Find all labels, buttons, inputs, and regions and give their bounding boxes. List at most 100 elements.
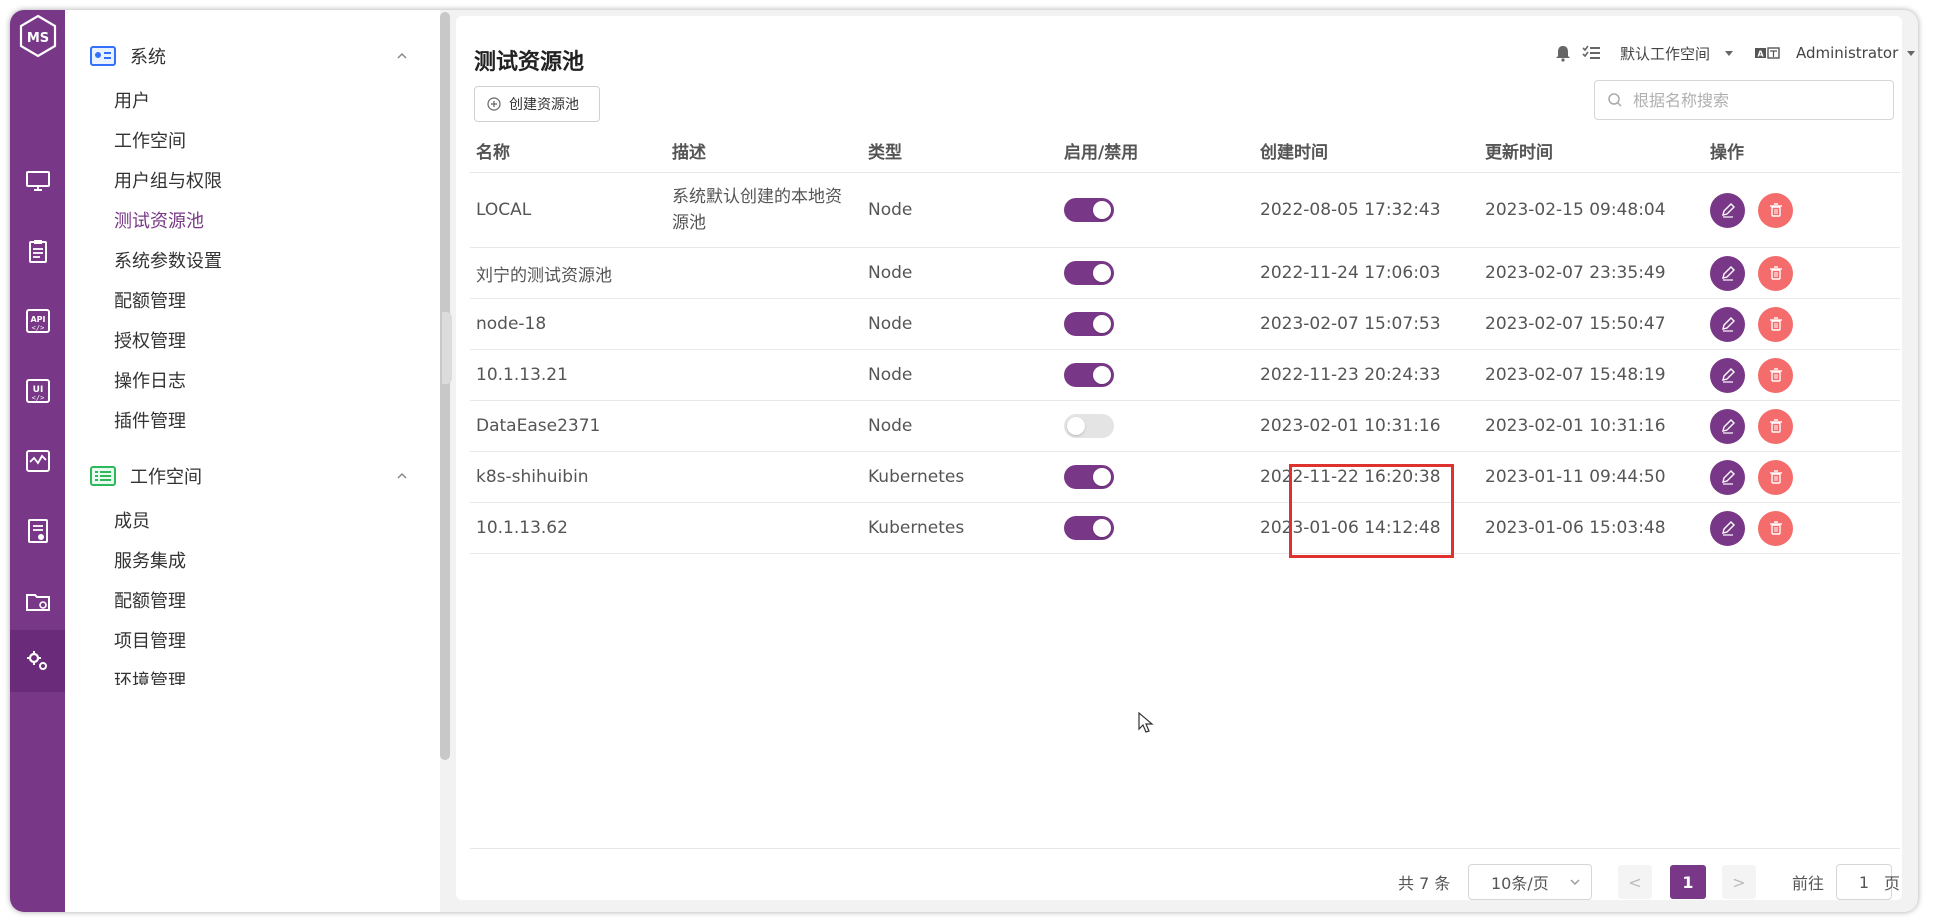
delete-button[interactable] bbox=[1758, 408, 1793, 444]
menu-item-users[interactable]: 用户 bbox=[114, 87, 150, 117]
search-box[interactable] bbox=[1594, 80, 1894, 120]
menu-item-license[interactable]: 授权管理 bbox=[114, 327, 186, 357]
column-header-type[interactable]: 类型 bbox=[862, 128, 1058, 173]
svg-text:MS: MS bbox=[27, 31, 49, 46]
edit-button[interactable] bbox=[1710, 510, 1745, 546]
menu-item-workspace[interactable]: 工作空间 bbox=[114, 127, 186, 157]
rail-item-track[interactable] bbox=[10, 220, 65, 282]
menu-item-system-params[interactable]: 系统参数设置 bbox=[114, 247, 222, 277]
menu-item-operation-log[interactable]: 操作日志 bbox=[114, 367, 186, 397]
enable-toggle[interactable] bbox=[1064, 261, 1114, 285]
api-icon: API</> bbox=[25, 309, 50, 333]
clipboard-icon bbox=[28, 240, 47, 263]
user-name: Administrator bbox=[1796, 44, 1899, 62]
top-toolbar: 默认工作空间 A Administrator bbox=[456, 38, 1916, 68]
menu-item-quota[interactable]: 配额管理 bbox=[114, 287, 186, 317]
cell-updated: 2023-02-07 15:50:47 bbox=[1479, 298, 1704, 350]
workspace-select[interactable]: 默认工作空间 bbox=[1620, 38, 1734, 68]
toggle-knob bbox=[1093, 315, 1111, 333]
create-resource-pool-button[interactable]: 创建资源池 bbox=[474, 86, 600, 122]
icon-rail: MS API </> UI </> bbox=[10, 10, 65, 912]
delete-button[interactable] bbox=[1758, 306, 1793, 342]
page-suffix: 页 bbox=[1883, 874, 1900, 893]
column-header-created[interactable]: 创建时间 bbox=[1254, 128, 1479, 173]
delete-button[interactable] bbox=[1758, 459, 1793, 495]
page-size-select[interactable]: 10条/页 bbox=[1468, 864, 1592, 900]
description-text: 系统默认创建的本地资源池 bbox=[672, 187, 842, 233]
enable-toggle[interactable] bbox=[1064, 363, 1114, 387]
menu-item-environments[interactable]: 环境管理 bbox=[114, 667, 186, 685]
menu-scrollbar[interactable] bbox=[440, 12, 450, 760]
edit-pencil-icon bbox=[1721, 470, 1735, 485]
language-switch-icon[interactable]: A bbox=[1754, 38, 1780, 68]
rail-item-settings[interactable] bbox=[10, 630, 65, 692]
menu-group-workspace[interactable]: 工作空间 bbox=[65, 452, 425, 500]
edit-button[interactable] bbox=[1710, 408, 1745, 444]
enable-toggle[interactable] bbox=[1064, 414, 1114, 438]
menu-group-label: 工作空间 bbox=[130, 467, 202, 488]
enable-toggle[interactable] bbox=[1064, 312, 1114, 336]
rail-item-api[interactable]: API </> bbox=[10, 290, 65, 352]
menu-item-integration[interactable]: 服务集成 bbox=[114, 547, 186, 577]
menu-item-projects[interactable]: 项目管理 bbox=[114, 627, 186, 657]
svg-text:API: API bbox=[30, 315, 45, 324]
edit-pencil-icon bbox=[1721, 266, 1735, 281]
menu-group-system[interactable]: 系统 bbox=[65, 32, 425, 80]
menu-item-plugins[interactable]: 插件管理 bbox=[114, 407, 186, 437]
rail-item-performance[interactable] bbox=[10, 430, 65, 492]
edit-button[interactable] bbox=[1710, 357, 1745, 393]
resource-pool-table: 名称 描述 类型 启用/禁用 创建时间 更新时间 操作 LOCAL 系统默认创建… bbox=[470, 128, 1900, 554]
mouse-cursor-icon bbox=[1138, 712, 1154, 733]
monitor-icon bbox=[25, 171, 50, 191]
column-header-description[interactable]: 描述 bbox=[666, 128, 862, 173]
page-number-current[interactable]: 1 bbox=[1670, 865, 1706, 899]
table-row: DataEase2371 Node 2023-02-01 10:31:16 20… bbox=[470, 400, 1900, 452]
edit-button[interactable] bbox=[1710, 306, 1745, 342]
rail-item-ui[interactable]: UI </> bbox=[10, 360, 65, 422]
menu-item-members[interactable]: 成员 bbox=[114, 507, 150, 537]
task-list-icon[interactable] bbox=[1582, 38, 1602, 68]
enable-toggle[interactable] bbox=[1064, 516, 1114, 540]
enable-toggle[interactable] bbox=[1064, 198, 1114, 222]
menu-item-user-groups[interactable]: 用户组与权限 bbox=[114, 167, 222, 197]
bell-icon[interactable] bbox=[1554, 38, 1572, 68]
next-page-button[interactable]: > bbox=[1722, 865, 1756, 899]
table-row: node-18 Node 2023-02-07 15:07:53 2023-02… bbox=[470, 298, 1900, 350]
menu-item-resource-pool[interactable]: 测试资源池 bbox=[114, 207, 204, 237]
cell-type: Node bbox=[862, 247, 1058, 299]
rail-item-report[interactable] bbox=[10, 500, 65, 562]
pagination-total: 共 7 条 bbox=[1398, 874, 1451, 893]
menu-item-ws-quota[interactable]: 配额管理 bbox=[114, 587, 186, 617]
trash-icon bbox=[1769, 368, 1782, 382]
delete-button[interactable] bbox=[1758, 192, 1793, 228]
prev-page-button[interactable]: < bbox=[1618, 865, 1652, 899]
edit-button[interactable] bbox=[1710, 192, 1745, 228]
cell-enabled bbox=[1058, 349, 1254, 401]
metersphere-logo-icon[interactable]: MS bbox=[18, 14, 58, 58]
sidebar-collapse-handle[interactable] bbox=[442, 312, 452, 384]
cell-updated: 2023-02-07 15:48:19 bbox=[1479, 349, 1704, 401]
delete-button[interactable] bbox=[1758, 510, 1793, 546]
enable-toggle[interactable] bbox=[1064, 465, 1114, 489]
delete-button[interactable] bbox=[1758, 357, 1793, 393]
edit-pencil-icon bbox=[1721, 419, 1735, 434]
trash-icon bbox=[1769, 203, 1782, 217]
cell-actions bbox=[1704, 349, 1900, 401]
rail-item-workbench[interactable] bbox=[10, 150, 65, 212]
column-header-name[interactable]: 名称 bbox=[470, 128, 666, 173]
search-input[interactable] bbox=[1631, 89, 1885, 111]
column-header-updated[interactable]: 更新时间 bbox=[1479, 128, 1704, 173]
performance-icon bbox=[25, 450, 50, 472]
column-header-enabled[interactable]: 启用/禁用 bbox=[1058, 128, 1254, 173]
menu-scroll-area: 系统 用户 工作空间 用户组与权限 测试资源池 系统参数设置 配额管理 授权管理… bbox=[65, 10, 425, 830]
rail-item-project[interactable] bbox=[10, 570, 65, 632]
ui-icon: UI</> bbox=[25, 379, 50, 403]
edit-button[interactable] bbox=[1710, 255, 1745, 291]
user-menu[interactable]: Administrator bbox=[1796, 38, 1916, 68]
cell-created: 2023-02-01 10:31:16 bbox=[1254, 400, 1479, 452]
toggle-knob bbox=[1093, 519, 1111, 537]
edit-button[interactable] bbox=[1710, 459, 1745, 495]
toggle-knob bbox=[1093, 264, 1111, 282]
delete-button[interactable] bbox=[1758, 255, 1793, 291]
table-body: LOCAL 系统默认创建的本地资源池 Node 2022-08-05 17:32… bbox=[470, 172, 1900, 554]
